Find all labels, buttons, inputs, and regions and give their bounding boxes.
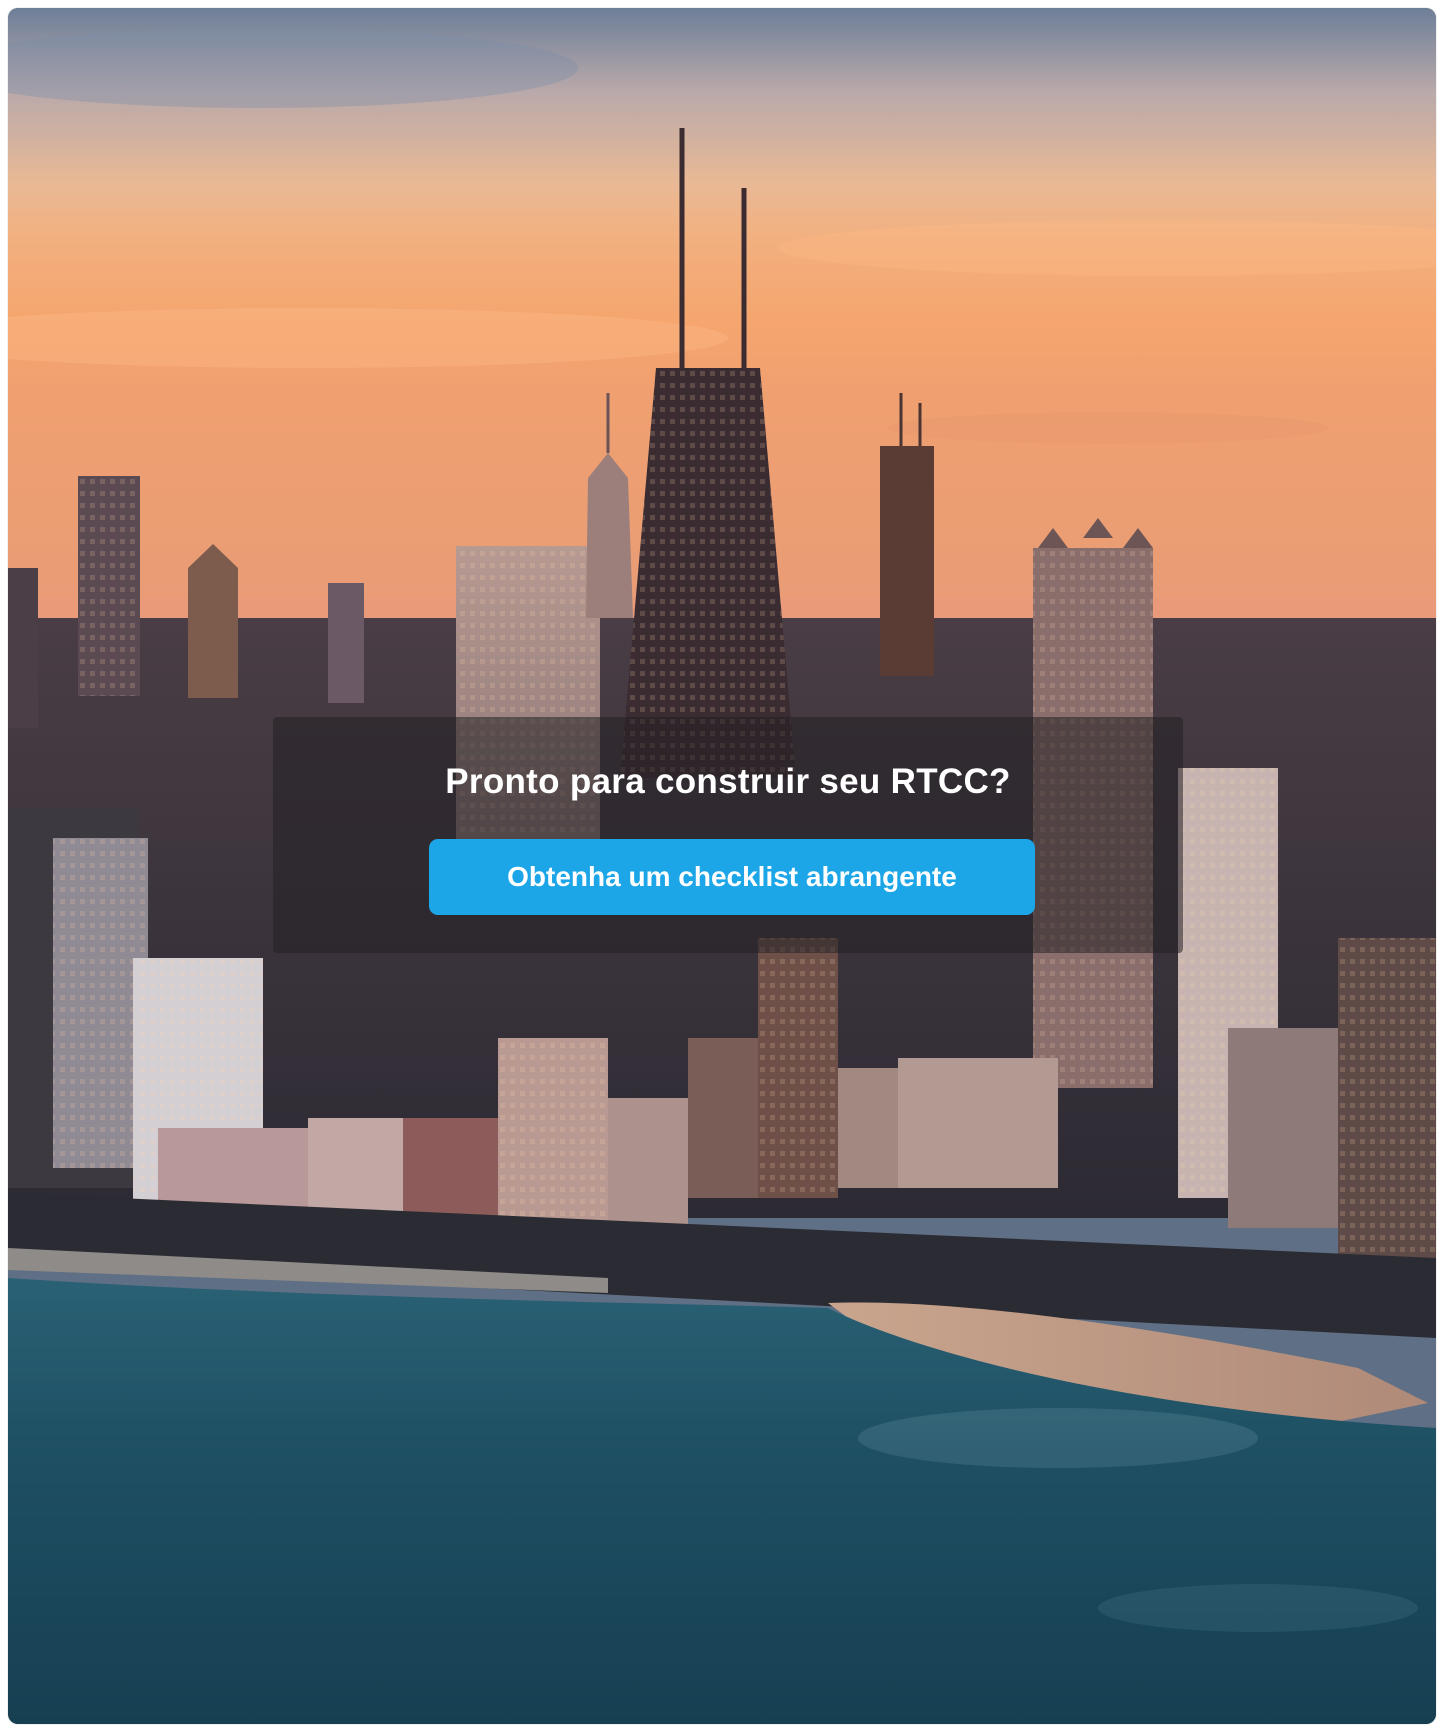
hero-card: Pronto para construir seu RTCC? Obtenha … <box>8 8 1436 1724</box>
cta-headline: Pronto para construir seu RTCC? <box>445 762 1011 801</box>
cta-overlay-panel <box>273 717 1183 953</box>
get-checklist-button[interactable]: Obtenha um checklist abrangente <box>429 839 1035 915</box>
